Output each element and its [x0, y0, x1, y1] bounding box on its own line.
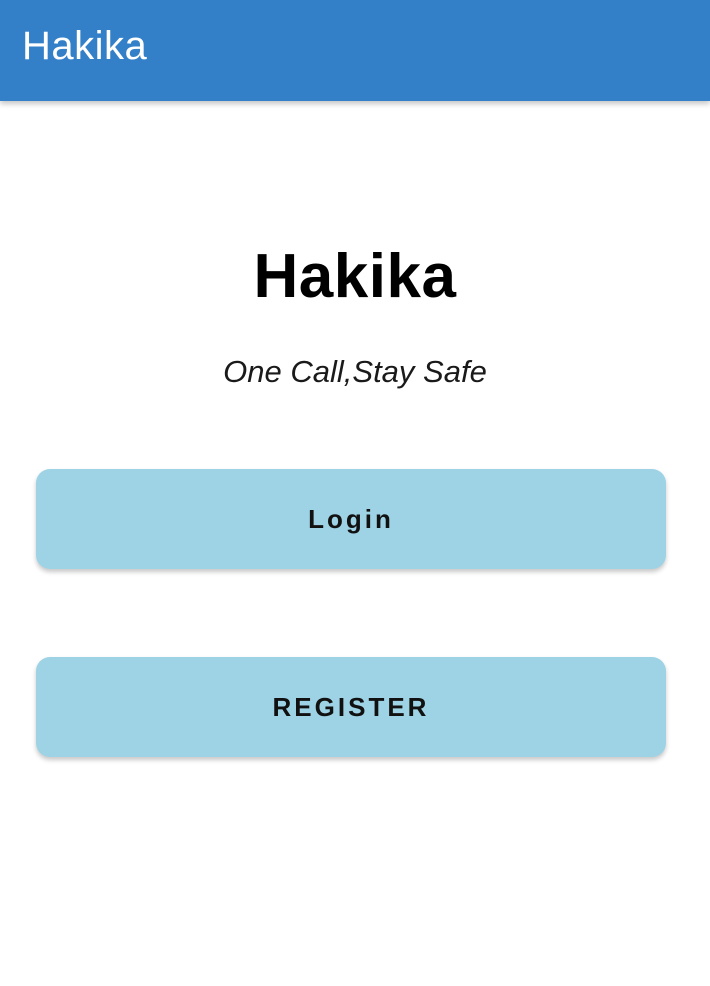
- login-button[interactable]: Login: [36, 469, 666, 569]
- app-screen: Hakika Hakika One Call,Stay Safe Login R…: [0, 0, 710, 986]
- app-bar: Hakika: [0, 0, 710, 101]
- app-tagline: One Call,Stay Safe: [223, 354, 487, 389]
- app-bar-title: Hakika: [22, 24, 148, 68]
- login-button-label: Login: [308, 503, 394, 534]
- main-content: Hakika One Call,Stay Safe Login REGISTER: [0, 101, 710, 986]
- register-button-label: REGISTER: [272, 691, 430, 722]
- register-button[interactable]: REGISTER: [36, 657, 666, 757]
- app-headline: Hakika: [253, 242, 457, 311]
